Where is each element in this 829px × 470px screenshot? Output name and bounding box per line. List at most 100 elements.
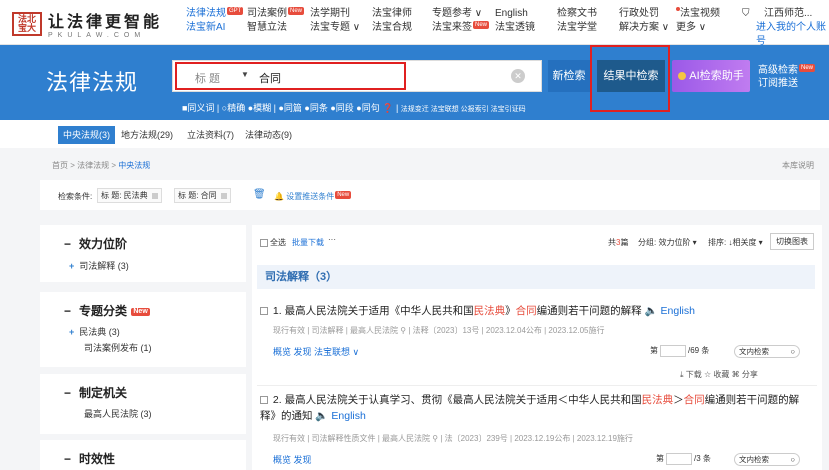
nav-group-6[interactable]: English 法宝透镜 [495, 7, 535, 35]
search-conditions: 检索条件: 标 题: 民法典 标 题: 合同 🗑 🔔 设置推送条件 New [40, 180, 820, 210]
result-title[interactable]: 2. 最高人民法院关于认真学习、贯彻《最高人民法院关于适用＜中华人民共和国民法典… [260, 392, 808, 424]
nav-group-5[interactable]: 专题参考 ∨ 法宝来签 New [432, 7, 490, 35]
facet-level: − 效力位阶 + 司法解释 (3) [40, 225, 246, 282]
tab-local[interactable]: 地方法规(29) [116, 126, 178, 144]
remove-chip-icon[interactable] [220, 192, 227, 199]
article-pager[interactable]: 第/69 条 [650, 345, 709, 357]
nav-school[interactable]: 法宝学堂 [557, 21, 597, 35]
search-in-results-button[interactable]: 结果中检索 [597, 60, 665, 92]
nav-group-1[interactable]: 法律法规 GPT 法宝新AI [186, 7, 244, 35]
speaker-icon[interactable]: 🔈 [315, 410, 328, 422]
new-badge: New [335, 191, 352, 199]
clear-icon[interactable]: ✕ [511, 69, 525, 83]
tab-central[interactable]: 中央法规(3) [58, 126, 115, 144]
facet-item[interactable]: 司法案例发布 (1) [84, 341, 152, 354]
pager-total: /3 条 [694, 454, 711, 464]
result-actions[interactable]: 概览 发现 法宝联想 ∨ [273, 345, 359, 358]
speaker-icon[interactable]: 🔈 [645, 305, 658, 317]
nav-group-8[interactable]: 行政处罚 解决方案 ∨ [619, 7, 669, 35]
english-link[interactable]: English [331, 410, 365, 422]
title-highlight: 民法典 [473, 305, 506, 317]
nav-penalty[interactable]: 行政处罚 [619, 7, 669, 21]
match-options[interactable]: ■同义词 | ○精确 ●模糊 | ●同篇 ●同条 ●同段 ●同句 ❓ | [182, 103, 398, 113]
field-select[interactable]: 标 题 ▼ [181, 70, 253, 86]
result-tools[interactable]: ⤓ 下载 ☆ 收藏 ⌘ 分享 [680, 369, 758, 380]
nav-group-2[interactable]: 司法案例 New 智慧立法 [247, 7, 305, 35]
sort-select[interactable]: 排序: ↓相关度 ▾ [708, 237, 763, 248]
library-help-link[interactable]: 本库说明 [782, 160, 814, 171]
in-text-search-label: 文内检索 [739, 455, 769, 464]
result-checkbox[interactable] [260, 396, 268, 405]
trash-icon[interactable]: 🗑 [253, 189, 266, 200]
result-actions[interactable]: 概览 发现 [273, 453, 312, 466]
nav-reference[interactable]: 专题参考 [432, 8, 472, 19]
condition-chip[interactable]: 标 题: 合同 [174, 188, 231, 203]
nav-laws[interactable]: 法律法规 [186, 8, 226, 19]
nav-lens[interactable]: 法宝透镜 [495, 21, 535, 35]
breadcrumb-path[interactable]: 首页 > 法律法规 > [40, 161, 116, 170]
subscribe-link[interactable]: 订阅推送 [758, 77, 815, 90]
expand-icon[interactable]: + [69, 327, 74, 337]
nav-smart-legislation[interactable]: 智慧立法 [247, 21, 304, 35]
nav-group-7[interactable]: 检察文书 法宝学堂 [557, 7, 597, 35]
in-text-search[interactable]: 文内检索 ○ [734, 345, 800, 358]
facet-title: − 时效性 [64, 450, 115, 467]
nav-ai[interactable]: 法宝新AI [186, 21, 243, 35]
extra-links[interactable]: 法规变迁 法宝联想 公报索引 法宝引证码 [401, 106, 526, 113]
nav-lawyers[interactable]: 法宝律师 [372, 7, 412, 21]
nav-group-3[interactable]: 法学期刊 法宝专题 ∨ [310, 7, 360, 35]
remove-chip-icon[interactable] [151, 192, 158, 199]
in-text-search[interactable]: 文内检索 ○ [734, 453, 800, 466]
new-badge: New [131, 307, 150, 316]
more-icon[interactable]: ··· [328, 235, 336, 244]
nav-journals[interactable]: 法学期刊 [310, 7, 360, 21]
tab-legislative[interactable]: 立法资料(7) [182, 126, 239, 144]
collapse-icon[interactable]: − [64, 304, 71, 318]
result-title[interactable]: 1. 最高人民法院关于适用《中华人民共和国民法典》合同编通则若干问题的解释 🔈 … [260, 303, 695, 318]
result-checkbox[interactable] [260, 307, 268, 316]
article-pager[interactable]: 第/3 条 [656, 453, 711, 465]
ai-assistant-button[interactable]: AI检索助手 [672, 60, 750, 92]
expand-icon[interactable]: + [69, 261, 74, 271]
english-link[interactable]: English [661, 305, 695, 317]
switch-chart-button[interactable]: 切换图表 [770, 233, 814, 250]
nav-compliance[interactable]: 法宝合规 [372, 21, 412, 35]
select-all-checkbox[interactable]: 全选 [260, 237, 286, 248]
collapse-icon[interactable]: − [64, 237, 71, 251]
nav-solutions[interactable]: 解决方案 [619, 22, 659, 33]
collapse-icon[interactable]: − [64, 452, 71, 466]
facet-item[interactable]: + 司法解释 (3) [69, 259, 129, 272]
nav-procuratorate[interactable]: 检察文书 [557, 7, 597, 21]
search-options[interactable]: ■同义词 | ○精确 ●模糊 | ●同篇 ●同条 ●同段 ●同句 ❓ | 法规变… [182, 101, 526, 114]
nav-video[interactable]: 法宝视频 [680, 8, 720, 19]
facet-item[interactable]: 最高人民法院 (3) [84, 407, 152, 420]
facet-title: − 制定机关 [64, 384, 127, 401]
nav-cases[interactable]: 司法案例 [247, 8, 287, 19]
condition-chip[interactable]: 标 题: 民法典 [97, 188, 162, 203]
batch-download-link[interactable]: 批量下载 [292, 237, 324, 248]
collapse-icon[interactable]: − [64, 386, 71, 400]
checkbox[interactable] [260, 238, 268, 247]
nav-english[interactable]: English [495, 7, 535, 21]
nav-group-4[interactable]: 法宝律师 法宝合规 [372, 7, 412, 35]
user-area[interactable]: ⛉ 江西师范... 进入我的个人账号 [742, 7, 829, 49]
facet-item[interactable]: + 民法典 (3) [69, 325, 120, 338]
page-input[interactable] [666, 453, 692, 465]
nav-more[interactable]: 更多 [676, 22, 696, 33]
page-input[interactable] [660, 345, 686, 357]
search-input[interactable]: 合同 [259, 70, 281, 86]
nav-topics[interactable]: 法宝专题 [310, 22, 350, 33]
advanced-area[interactable]: 高级检索 New 订阅推送 [758, 64, 816, 90]
nav-group-9[interactable]: 法宝视频 更多 ∨ [676, 7, 720, 35]
logo-seal: 法北宝大 [12, 11, 42, 36]
tab-dynamics[interactable]: 法律动态(9) [240, 126, 297, 144]
group-select[interactable]: 分组: 效力位阶 ▾ [638, 237, 697, 248]
push-condition-link[interactable]: 🔔 设置推送条件 New [274, 191, 352, 202]
count-suffix: 篇 [620, 238, 629, 247]
site-logo[interactable]: 法北宝大 让法律更智能 PKULAW.COM [12, 8, 162, 39]
new-search-button[interactable]: 新检索 [548, 60, 590, 92]
chip-text: 标 题: 合同 [178, 191, 217, 200]
title-text: ＞ [673, 394, 684, 406]
nav-sign[interactable]: 法宝来签 [432, 22, 472, 33]
advanced-search-link[interactable]: 高级检索 [758, 65, 798, 76]
